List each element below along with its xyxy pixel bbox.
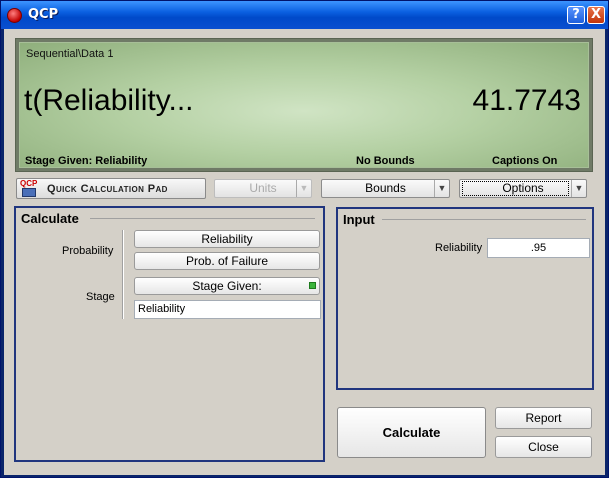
reliability-button[interactable]: Reliability bbox=[134, 230, 320, 248]
units-label: Units bbox=[249, 181, 277, 195]
result-display: Sequential\Data 1 t(Reliability... 41.77… bbox=[19, 42, 589, 168]
options-dropdown[interactable]: Options ▼ bbox=[459, 179, 587, 198]
calculator-icon bbox=[22, 188, 36, 197]
calculate-button[interactable]: Calculate bbox=[337, 407, 486, 458]
qcp-window: QCP ? X Sequential\Data 1 t(Reliability.… bbox=[0, 0, 609, 478]
chevron-down-icon: ▼ bbox=[571, 180, 586, 197]
close-window-button[interactable]: X bbox=[587, 6, 605, 24]
result-value: 41.7743 bbox=[472, 84, 581, 117]
result-function: t(Reliability... bbox=[24, 84, 194, 117]
report-button[interactable]: Report bbox=[495, 407, 592, 429]
captions-status: Captions On bbox=[492, 155, 558, 167]
group-divider bbox=[382, 219, 586, 220]
chevron-down-icon: ▼ bbox=[296, 180, 311, 197]
prob-of-failure-button[interactable]: Prob. of Failure bbox=[134, 252, 320, 270]
options-label: Options bbox=[502, 181, 544, 195]
quick-calculation-pad-button[interactable]: QCP Quick Calculation Pad bbox=[16, 178, 206, 199]
input-group: Input Reliability .95 bbox=[336, 207, 594, 390]
group-divider bbox=[90, 218, 315, 219]
qcp-icon-text: QCP bbox=[20, 179, 38, 188]
calculate-group-title: Calculate bbox=[21, 211, 79, 226]
separator bbox=[122, 277, 124, 319]
probability-label: Probability bbox=[62, 245, 114, 257]
stage-label: Stage bbox=[86, 291, 115, 303]
bounds-label: Bounds bbox=[365, 181, 406, 195]
data-path: Sequential\Data 1 bbox=[26, 48, 114, 60]
stage-given-button[interactable]: Stage Given: bbox=[134, 277, 320, 295]
bounds-dropdown[interactable]: Bounds ▼ bbox=[321, 179, 450, 198]
title-bar[interactable]: QCP ? X bbox=[1, 1, 608, 29]
status-indicator-icon bbox=[309, 282, 316, 289]
input-group-title: Input bbox=[343, 212, 375, 227]
units-dropdown[interactable]: Units ▼ bbox=[214, 179, 312, 198]
close-button[interactable]: Close bbox=[495, 436, 592, 458]
chevron-down-icon: ▼ bbox=[434, 180, 449, 197]
qcp-icon: QCP bbox=[20, 179, 38, 198]
calculate-group: Calculate Probability Reliability Prob. … bbox=[14, 206, 325, 462]
separator bbox=[122, 230, 124, 282]
reliability-input-label: Reliability bbox=[435, 242, 483, 254]
window-client: Sequential\Data 1 t(Reliability... 41.77… bbox=[4, 29, 605, 475]
help-button[interactable]: ? bbox=[567, 6, 585, 24]
bounds-status: No Bounds bbox=[356, 155, 415, 167]
stage-value-field[interactable]: Reliability bbox=[134, 300, 321, 319]
window-title: QCP bbox=[28, 7, 59, 22]
reliability-input-field[interactable]: .95 bbox=[487, 238, 590, 258]
stage-given-status: Stage Given: Reliability bbox=[25, 155, 148, 167]
stage-given-label: Stage Given: bbox=[192, 279, 262, 293]
result-display-frame: Sequential\Data 1 t(Reliability... 41.77… bbox=[15, 38, 593, 172]
quick-calculation-pad-label: Quick Calculation Pad bbox=[47, 183, 168, 195]
app-logo-icon bbox=[7, 8, 22, 23]
